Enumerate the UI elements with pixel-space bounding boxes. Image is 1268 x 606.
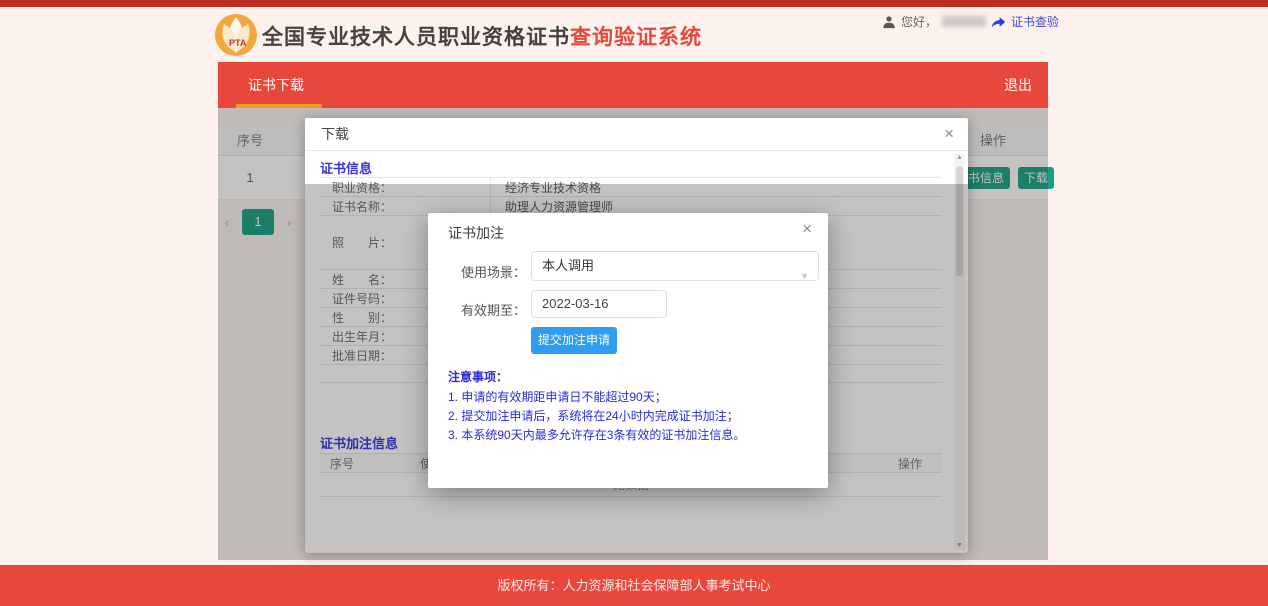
copyright-text: 版权所有：人力资源和社会保障部人事考试中心 bbox=[0, 565, 1268, 606]
user-name-redacted bbox=[942, 16, 986, 27]
scene-select-value: 本人调用 bbox=[542, 258, 594, 273]
annotation-modal: 证书加注 × 使用场景： 本人调用 ▼ 有效期至： 2022-03-16 提交加… bbox=[428, 213, 828, 488]
footer: 版权所有：人力资源和社会保障部人事考试中心 bbox=[0, 565, 1268, 606]
note-line-3: 3. 本系统90天内最多允许存在3条有效的证书加注信息。 bbox=[448, 426, 745, 443]
expiry-date-input[interactable]: 2022-03-16 bbox=[531, 290, 667, 318]
verify-link[interactable]: 证书查验 bbox=[1011, 13, 1059, 30]
chevron-down-icon: ▼ bbox=[800, 262, 809, 290]
expiry-label: 有效期至： bbox=[428, 297, 526, 325]
download-modal-header: 下载 × bbox=[305, 118, 968, 151]
user-area: 您好， 证书查验 bbox=[882, 13, 1059, 30]
top-accent-strip bbox=[0, 0, 1268, 7]
scene-label: 使用场景： bbox=[428, 258, 526, 288]
user-icon bbox=[882, 15, 896, 29]
download-modal-close-icon[interactable]: × bbox=[944, 118, 954, 149]
scene-select[interactable]: 本人调用 ▼ bbox=[531, 251, 819, 281]
pta-logo: PTA bbox=[214, 13, 258, 57]
scrollbar-up-icon[interactable]: ▲ bbox=[954, 154, 965, 161]
nav-item-cert-download[interactable]: 证书下载 bbox=[248, 62, 304, 108]
note-line-2: 2. 提交加注申请后，系统将在24小时内完成证书加注； bbox=[448, 407, 739, 424]
annotation-modal-title: 证书加注 bbox=[448, 223, 504, 243]
notes-title: 注意事项： bbox=[448, 368, 508, 385]
page-title-main: 全国专业技术人员职业资格证书 bbox=[262, 26, 570, 49]
page-title: 全国专业技术人员职业资格证书查询验证系统 bbox=[262, 21, 702, 51]
cert-info-section-title: 证书信息 bbox=[320, 158, 372, 177]
share-arrow-icon bbox=[991, 15, 1006, 29]
annotation-modal-close-icon[interactable]: × bbox=[802, 219, 812, 239]
logout-button[interactable]: 退出 bbox=[1004, 62, 1032, 108]
page-title-accent: 查询验证系统 bbox=[570, 26, 702, 49]
nav-bar: 证书下载 退出 bbox=[218, 62, 1048, 108]
greeting-text: 您好， bbox=[901, 13, 937, 30]
svg-text:PTA: PTA bbox=[229, 38, 247, 48]
download-modal-title: 下载 bbox=[321, 118, 349, 151]
note-line-1: 1. 申请的有效期距申请日不能超过90天； bbox=[448, 388, 667, 405]
submit-annotation-button[interactable]: 提交加注申请 bbox=[531, 327, 617, 354]
